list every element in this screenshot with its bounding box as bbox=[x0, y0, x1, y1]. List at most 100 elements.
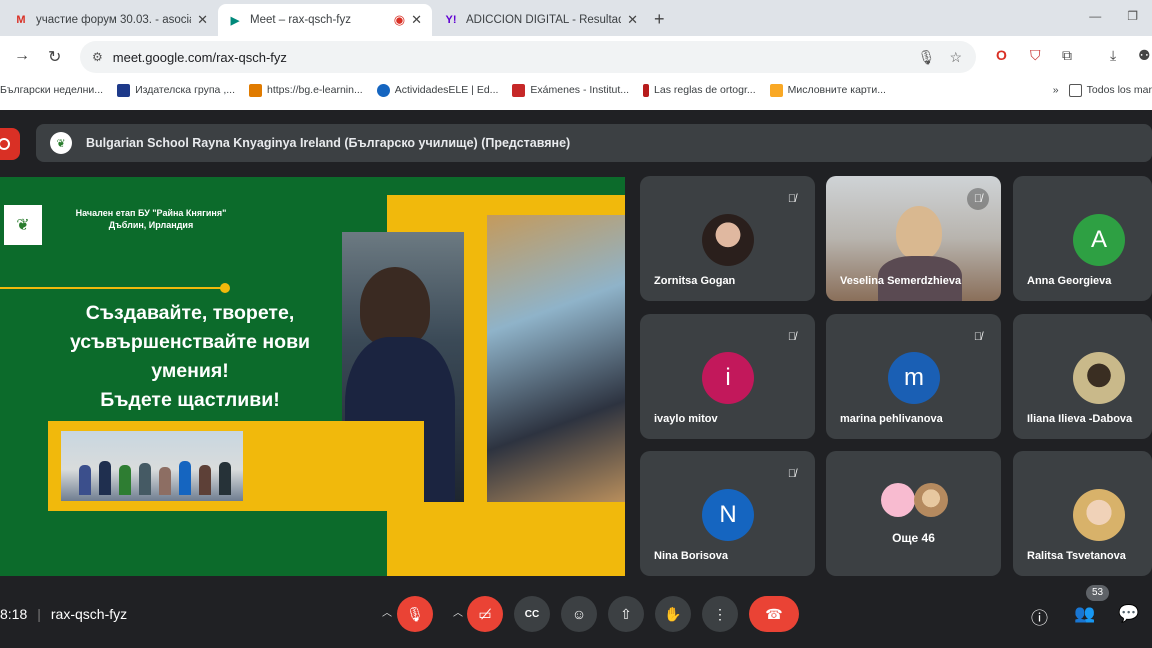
meeting-code: rax-qsch-fyz bbox=[50, 606, 128, 622]
camera-toggle-button[interactable]: ▭̸ bbox=[467, 596, 503, 632]
raise-hand-button[interactable]: ✋ bbox=[655, 596, 691, 632]
participant-tile[interactable]: 🎙̸ N Nina Borisova bbox=[640, 451, 815, 576]
participant-tile[interactable]: 🎙̸ m marina pehlivanova bbox=[826, 314, 1001, 439]
participant-tile-others[interactable]: Още 46 bbox=[826, 451, 1001, 576]
microphone-icon[interactable]: 🎙 bbox=[918, 49, 936, 66]
bookmarks-overflow-icon[interactable]: » bbox=[1053, 84, 1059, 96]
bookmark-item[interactable]: Издателска група ,... bbox=[117, 83, 235, 97]
bookmark-icon bbox=[769, 83, 783, 97]
tab-strip: M участие форум 30.03. - asociac ✕ ▶ Mee… bbox=[0, 0, 1152, 36]
others-count: Още 46 bbox=[892, 531, 935, 545]
participant-name: ivaylo mitov bbox=[654, 413, 718, 425]
info-icon[interactable]: ⓘ bbox=[1031, 604, 1048, 629]
bookmark-icon bbox=[512, 83, 526, 97]
reactions-button[interactable]: ☺ bbox=[561, 596, 597, 632]
more-options-button[interactable]: ⋮ bbox=[702, 596, 738, 632]
bookmark-item[interactable]: ActividadesELE | Ed... bbox=[376, 83, 498, 97]
bookmark-star-icon[interactable]: ☆ bbox=[949, 49, 962, 66]
avatar bbox=[1073, 352, 1125, 404]
school-logo-icon: ❦ bbox=[4, 205, 42, 245]
close-tab-icon[interactable]: ✕ bbox=[411, 12, 422, 28]
chat-icon[interactable]: 💬 bbox=[1118, 604, 1139, 624]
browser-toolbar: → ↻ ⚙ meet.google.com/rax-qsch-fyz 🎙 ☆ O… bbox=[0, 36, 1152, 78]
avatar: N bbox=[702, 489, 754, 541]
kid-figure bbox=[79, 465, 91, 495]
bookmark-item[interactable]: https://bg.e-learnin... bbox=[248, 83, 363, 97]
present-button[interactable]: ⇧ bbox=[608, 596, 644, 632]
participant-count-badge: 53 bbox=[1086, 585, 1110, 601]
presentation-slide: ❦ Начален етап БУ "Райна Княгиня" Дъблин… bbox=[0, 177, 625, 576]
meeting-controls-bar: 8:18 | rax-qsch-fyz ︿ 🎙 ︿ ▭̸ CC ☺ ⇧ ✋ ⋮ ☎ … bbox=[0, 582, 1152, 648]
extension-icon[interactable]: ⛉ bbox=[1030, 47, 1041, 64]
participant-tile[interactable]: 🎙̸ Zornitsa Gogan bbox=[640, 176, 815, 301]
profile-icon[interactable]: ⚉ bbox=[1138, 47, 1151, 64]
participant-tile[interactable]: A Anna Georgieva bbox=[1013, 176, 1152, 301]
kid-figure bbox=[219, 462, 231, 495]
avatar bbox=[914, 483, 948, 517]
people-icon[interactable]: 👥 bbox=[1074, 604, 1095, 624]
slide-divider-dot bbox=[220, 283, 230, 293]
participant-name: Veselina Semerdzhieva bbox=[840, 275, 962, 287]
kid-figure bbox=[139, 463, 151, 495]
bookmark-item[interactable]: Las reglas de ortogr... bbox=[643, 83, 756, 97]
new-tab-button[interactable]: + bbox=[654, 9, 665, 30]
present-screen-icon: ⇧ bbox=[620, 605, 632, 622]
folder-icon bbox=[1068, 83, 1082, 97]
window-controls: — ❐ bbox=[1089, 9, 1138, 23]
meet-icon: ▶ bbox=[230, 14, 240, 27]
tab-title: ADICCION DIGITAL - Resultado bbox=[466, 14, 622, 26]
bookmark-item[interactable]: Exámenes - Institut... bbox=[512, 83, 629, 97]
forward-icon[interactable]: → bbox=[14, 47, 30, 65]
participant-tile[interactable]: Ralitsa Tsvetanova bbox=[1013, 451, 1152, 576]
bookmark-item[interactable]: Български неделни... bbox=[0, 84, 103, 96]
participant-name: Anna Georgieva bbox=[1027, 275, 1112, 287]
download-icon[interactable]: ⤓ bbox=[1110, 47, 1116, 64]
avatar: m bbox=[888, 352, 940, 404]
kid-figure bbox=[199, 465, 211, 495]
bookmark-icon bbox=[643, 83, 650, 97]
emoji-icon: ☺ bbox=[571, 606, 587, 622]
bookmarks-folder[interactable]: Todos los mar bbox=[1068, 83, 1152, 97]
slide-photo-group bbox=[61, 431, 243, 501]
tab-meet[interactable]: ▶ Meet – rax-qsch-fyz ◉ ✕ bbox=[218, 4, 432, 36]
kid-figure bbox=[179, 461, 191, 495]
site-settings-icon[interactable]: ⚙ bbox=[92, 50, 103, 64]
presenter-name: Bulgarian School Rayna Knyaginya Ireland… bbox=[86, 136, 571, 150]
mic-options-chevron-icon[interactable]: ︿ bbox=[382, 604, 392, 619]
mic-off-icon: 🎙̸ bbox=[973, 331, 983, 343]
slide-photo-child-head bbox=[360, 267, 430, 347]
mic-off-icon: 🎙̸ bbox=[787, 331, 797, 343]
participant-name: Iliana Ilieva -Dabova bbox=[1027, 413, 1133, 425]
camera-options-chevron-icon[interactable]: ︿ bbox=[453, 604, 463, 619]
url-text[interactable]: meet.google.com/rax-qsch-fyz bbox=[113, 50, 918, 65]
puzzle-icon[interactable]: ⧉ bbox=[1062, 47, 1072, 64]
minimize-icon[interactable]: — bbox=[1089, 9, 1101, 23]
recording-icon: ◉ bbox=[393, 12, 406, 27]
bookmark-icon bbox=[376, 83, 390, 97]
opera-icon[interactable]: O bbox=[996, 47, 1007, 63]
tab-gmail[interactable]: M участие форум 30.03. - asociac ✕ bbox=[4, 4, 218, 36]
camera-off-icon: ▭̸ bbox=[478, 605, 492, 622]
participant-tile[interactable]: 🎙̸ Veselina Semerdzhieva bbox=[826, 176, 1001, 301]
leave-call-button[interactable]: ☎ bbox=[749, 596, 799, 632]
hang-up-icon: ☎ bbox=[765, 605, 783, 622]
reload-icon[interactable]: ↻ bbox=[48, 47, 61, 67]
presenter-banner: ❦ Bulgarian School Rayna Knyaginya Irela… bbox=[36, 124, 1152, 162]
participant-tile[interactable]: 🎙̸ i ivaylo mitov bbox=[640, 314, 815, 439]
captions-button[interactable]: CC bbox=[514, 596, 550, 632]
bookmark-item[interactable]: Мисловните карти... bbox=[769, 83, 886, 97]
mic-off-icon: 🎙̸ bbox=[787, 193, 797, 205]
tab-yahoo[interactable]: Y! ADICCION DIGITAL - Resultado ✕ bbox=[434, 4, 648, 36]
recording-indicator[interactable] bbox=[0, 128, 20, 160]
mic-toggle-button[interactable]: 🎙 bbox=[397, 596, 433, 632]
mic-off-icon: 🎙̸ bbox=[967, 188, 989, 210]
participant-tile[interactable]: Iliana Ilieva -Dabova bbox=[1013, 314, 1152, 439]
close-tab-icon[interactable]: ✕ bbox=[197, 12, 208, 28]
close-tab-icon[interactable]: ✕ bbox=[627, 12, 638, 28]
slide-divider bbox=[0, 287, 225, 289]
restore-icon[interactable]: ❐ bbox=[1127, 9, 1138, 23]
meeting-info: 8:18 | rax-qsch-fyz bbox=[0, 606, 127, 622]
participant-name: Ralitsa Tsvetanova bbox=[1027, 550, 1126, 562]
meet-window: ❦ Bulgarian School Rayna Knyaginya Irela… bbox=[0, 110, 1152, 648]
address-bar[interactable]: ⚙ meet.google.com/rax-qsch-fyz 🎙 ☆ bbox=[80, 41, 976, 73]
